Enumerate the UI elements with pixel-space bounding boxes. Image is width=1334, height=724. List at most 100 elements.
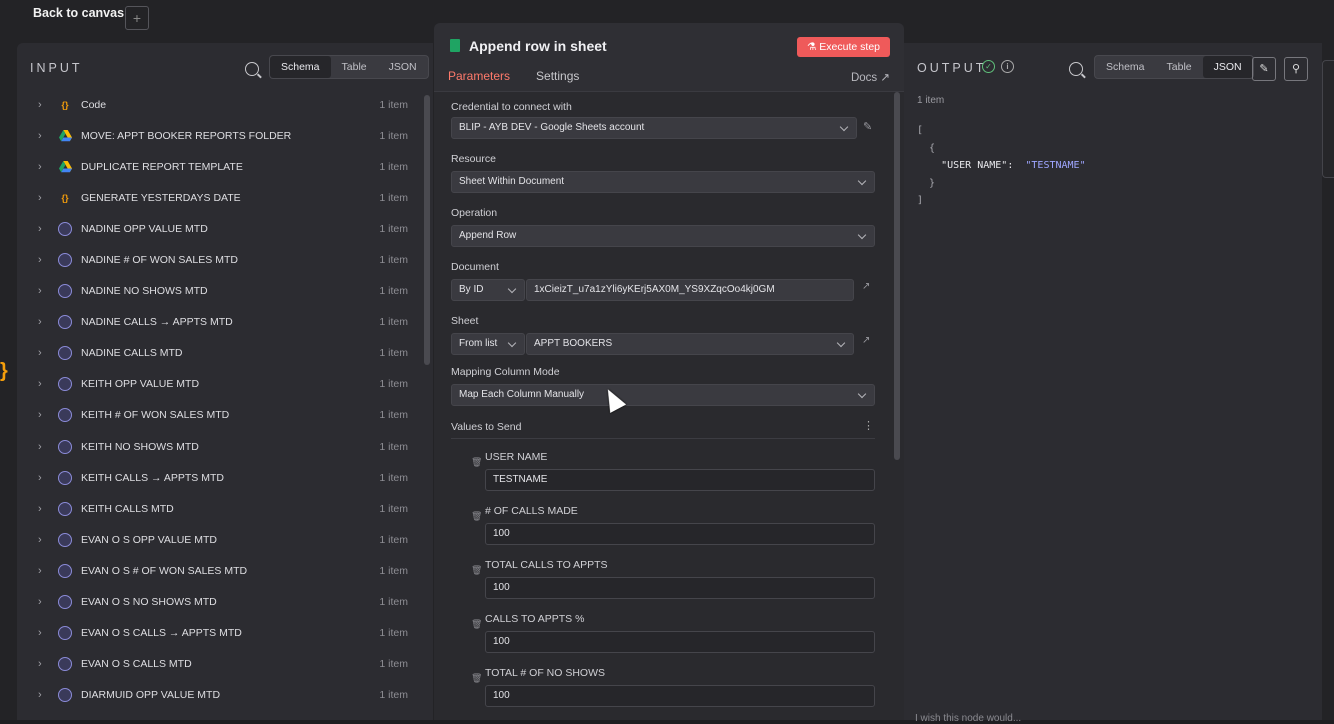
chevron-right-icon[interactable]: › (38, 472, 42, 484)
add-node-button[interactable]: + (125, 6, 149, 30)
input-row[interactable]: ›EVAN O S OPP VALUE MTD1 item (17, 524, 433, 555)
input-row[interactable]: ›DUPLICATE REPORT TEMPLATE1 item (17, 151, 433, 182)
input-view-schema[interactable]: Schema (270, 56, 331, 78)
tab-settings[interactable]: Settings (536, 69, 579, 83)
chevron-right-icon[interactable]: › (38, 223, 42, 235)
resource-select[interactable]: Sheet Within Document (451, 171, 875, 193)
input-view-json[interactable]: JSON (378, 56, 428, 78)
back-to-canvas-link[interactable]: Back to canvas (33, 6, 124, 20)
chevron-right-icon[interactable]: › (38, 316, 42, 328)
input-row[interactable]: ›EVAN O S # OF WON SALES MTD1 item (17, 555, 433, 586)
trash-icon[interactable]: 🗑 (471, 673, 482, 684)
search-icon[interactable] (1069, 62, 1083, 76)
mapping-mode-select[interactable]: Map Each Column Manually (451, 384, 875, 406)
sheet-select[interactable]: APPT BOOKERS (526, 333, 854, 355)
trash-icon[interactable]: 🗑 (471, 619, 482, 630)
input-row-count: 1 item (379, 441, 408, 453)
chevron-right-icon[interactable]: › (38, 130, 42, 142)
value-field-input[interactable]: 100 (485, 577, 875, 599)
pencil-icon[interactable]: ✎ (863, 120, 872, 133)
credential-select[interactable]: BLIP - AYB DEV - Google Sheets account (451, 117, 857, 139)
globe-icon (58, 377, 72, 391)
globe-icon (58, 595, 72, 609)
value-field-input[interactable]: TESTNAME (485, 469, 875, 491)
output-title: OUTPUT (917, 61, 986, 75)
input-row[interactable]: ›KEITH NO SHOWS MTD1 item (17, 431, 433, 462)
input-row[interactable]: ›KEITH # OF WON SALES MTD1 item (17, 400, 433, 431)
feedback-prompt[interactable]: I wish this node would... (915, 713, 1021, 724)
input-row[interactable]: ›KEITH CALLS → APPTS MTD1 item (17, 462, 433, 493)
node-title[interactable]: Append row in sheet (469, 38, 607, 54)
globe-icon (58, 626, 72, 640)
globe-icon (58, 440, 72, 454)
value-field-input[interactable]: 100 (485, 685, 875, 707)
chevron-right-icon[interactable]: › (38, 565, 42, 577)
chevron-right-icon[interactable]: › (38, 378, 42, 390)
chevron-right-icon[interactable]: › (38, 627, 42, 639)
external-link-icon[interactable]: ↗ (862, 335, 870, 346)
input-row[interactable]: ›NADINE OPP VALUE MTD1 item (17, 213, 433, 244)
input-row[interactable]: › MOVE: APPT BOOKER REPORTS FOLDER 1 item (17, 120, 433, 151)
output-item-count: 1 item (917, 95, 944, 106)
input-row[interactable]: ›{}GENERATE YESTERDAYS DATE1 item (17, 182, 433, 213)
values-to-send-label: Values to Send (451, 421, 521, 433)
operation-select[interactable]: Append Row (451, 225, 875, 247)
chevron-right-icon[interactable]: › (38, 99, 42, 111)
tab-parameters[interactable]: Parameters (448, 69, 510, 83)
input-row-count: 1 item (379, 130, 408, 142)
globe-icon (58, 284, 72, 298)
chevron-right-icon[interactable]: › (38, 254, 42, 266)
pin-data-button[interactable]: ⚲ (1284, 57, 1308, 81)
divider (451, 438, 875, 439)
value-field-input[interactable]: 100 (485, 631, 875, 653)
input-row[interactable]: ›NADINE CALLS MTD1 item (17, 338, 433, 369)
input-row[interactable]: ›KEITH CALLS MTD1 item (17, 493, 433, 524)
input-scrollbar[interactable] (424, 95, 430, 365)
input-row[interactable]: ›EVAN O S CALLS → APPTS MTD1 item (17, 618, 433, 649)
search-icon[interactable] (245, 62, 259, 76)
chevron-right-icon[interactable]: › (38, 658, 42, 670)
document-mode-select[interactable]: By ID (451, 279, 525, 301)
right-side-tab[interactable] (1322, 60, 1334, 178)
chevron-right-icon[interactable]: › (38, 409, 42, 421)
edit-output-button[interactable]: ✎ (1252, 57, 1276, 81)
input-row[interactable]: ›EVAN O S NO SHOWS MTD1 item (17, 587, 433, 618)
globe-icon (58, 408, 72, 422)
chevron-right-icon[interactable]: › (38, 161, 42, 173)
input-row[interactable]: ›DIARMUID OPP VALUE MTD1 item (17, 680, 433, 711)
parameters-scrollbar[interactable] (894, 92, 900, 460)
input-row[interactable]: ›NADINE # OF WON SALES MTD1 item (17, 244, 433, 275)
value-field-input[interactable]: 100 (485, 523, 875, 545)
trash-icon[interactable]: 🗑 (471, 457, 482, 468)
docs-link[interactable]: Docs ↗ (851, 70, 890, 84)
output-view-schema[interactable]: Schema (1095, 56, 1156, 78)
input-row-count: 1 item (379, 627, 408, 639)
info-icon[interactable]: i (1001, 60, 1014, 73)
chevron-right-icon[interactable]: › (38, 285, 42, 297)
trash-icon[interactable]: 🗑 (471, 565, 482, 576)
input-row[interactable]: ›{}Code1 item (17, 89, 433, 120)
sheet-mode-select[interactable]: From list (451, 333, 525, 355)
output-view-json[interactable]: JSON (1203, 56, 1253, 78)
more-options-icon[interactable]: ⋮ (863, 419, 874, 432)
input-row[interactable]: ›KEITH OPP VALUE MTD1 item (17, 369, 433, 400)
output-view-table[interactable]: Table (1156, 56, 1203, 78)
input-row-count: 1 item (379, 254, 408, 266)
chevron-right-icon[interactable]: › (38, 347, 42, 359)
input-row[interactable]: ›NADINE CALLS → APPTS MTD1 item (17, 307, 433, 338)
chevron-right-icon[interactable]: › (38, 534, 42, 546)
input-row[interactable]: ›NADINE NO SHOWS MTD1 item (17, 276, 433, 307)
chevron-right-icon[interactable]: › (38, 689, 42, 701)
chevron-right-icon[interactable]: › (38, 503, 42, 515)
chevron-right-icon[interactable]: › (38, 441, 42, 453)
chevron-right-icon[interactable]: › (38, 596, 42, 608)
trash-icon[interactable]: 🗑 (471, 511, 482, 522)
execute-step-button[interactable]: ⚗ Execute step (797, 37, 890, 57)
external-link-icon[interactable]: ↗ (862, 281, 870, 292)
chevron-right-icon[interactable]: › (38, 192, 42, 204)
input-view-table[interactable]: Table (331, 56, 378, 78)
globe-icon (58, 253, 72, 267)
input-row-name: MOVE: APPT BOOKER REPORTS FOLDER (81, 130, 291, 142)
input-row[interactable]: ›EVAN O S CALLS MTD1 item (17, 649, 433, 680)
document-id-input[interactable]: 1xCieizT_u7a1zYli6yKErj5AX0M_YS9XZqcOo4k… (526, 279, 854, 301)
